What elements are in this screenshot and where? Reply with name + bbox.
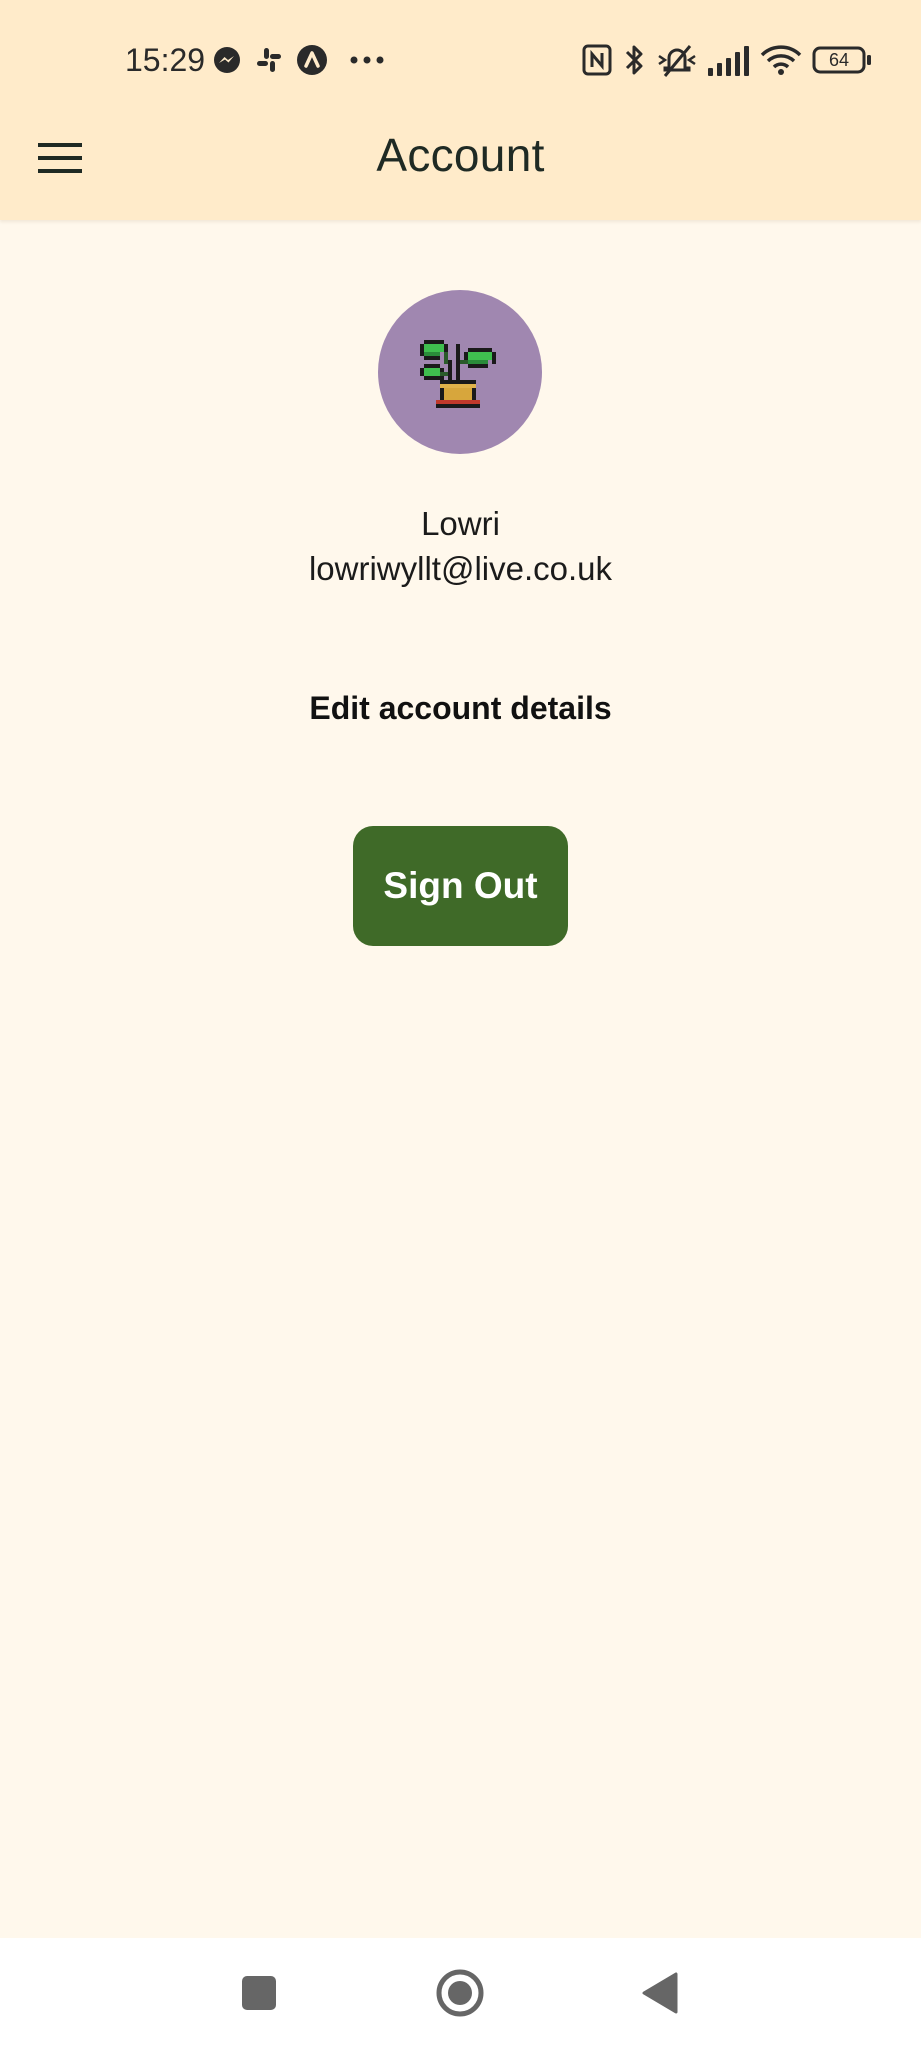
- user-name: Lowri: [421, 505, 500, 542]
- wifi-icon: [760, 45, 802, 75]
- avatar: [378, 290, 542, 454]
- page-title: Account: [376, 129, 545, 181]
- bluetooth-icon: [625, 45, 643, 75]
- status-time: 15:29: [125, 42, 206, 78]
- edit-account-details-link[interactable]: Edit account details: [0, 690, 921, 727]
- back-triangle-icon[interactable]: [625, 1960, 695, 2026]
- potted-plant-icon: [420, 340, 496, 408]
- battery-level: 64: [828, 50, 850, 70]
- sign-out-button[interactable]: Sign Out: [353, 826, 568, 946]
- recents-square-icon[interactable]: [224, 1960, 294, 2026]
- nfc-icon: [582, 44, 612, 76]
- signal-icon: [708, 46, 749, 76]
- user-email: lowriwyllt@live.co.uk: [308, 550, 613, 587]
- app-notification-icon: [297, 45, 327, 75]
- status-bar: 15:29 64: [0, 0, 921, 120]
- messenger-icon: [214, 47, 240, 73]
- slack-icon: [257, 48, 281, 72]
- home-circle-icon[interactable]: [425, 1960, 495, 2026]
- app-bar: Account: [0, 120, 921, 220]
- app-header: 15:29 64 Account: [0, 0, 921, 220]
- more-dots-icon: [350, 56, 384, 64]
- system-navigation-bar: [0, 1938, 921, 2048]
- silent-icon: [658, 45, 696, 77]
- battery-icon: 64: [812, 46, 872, 74]
